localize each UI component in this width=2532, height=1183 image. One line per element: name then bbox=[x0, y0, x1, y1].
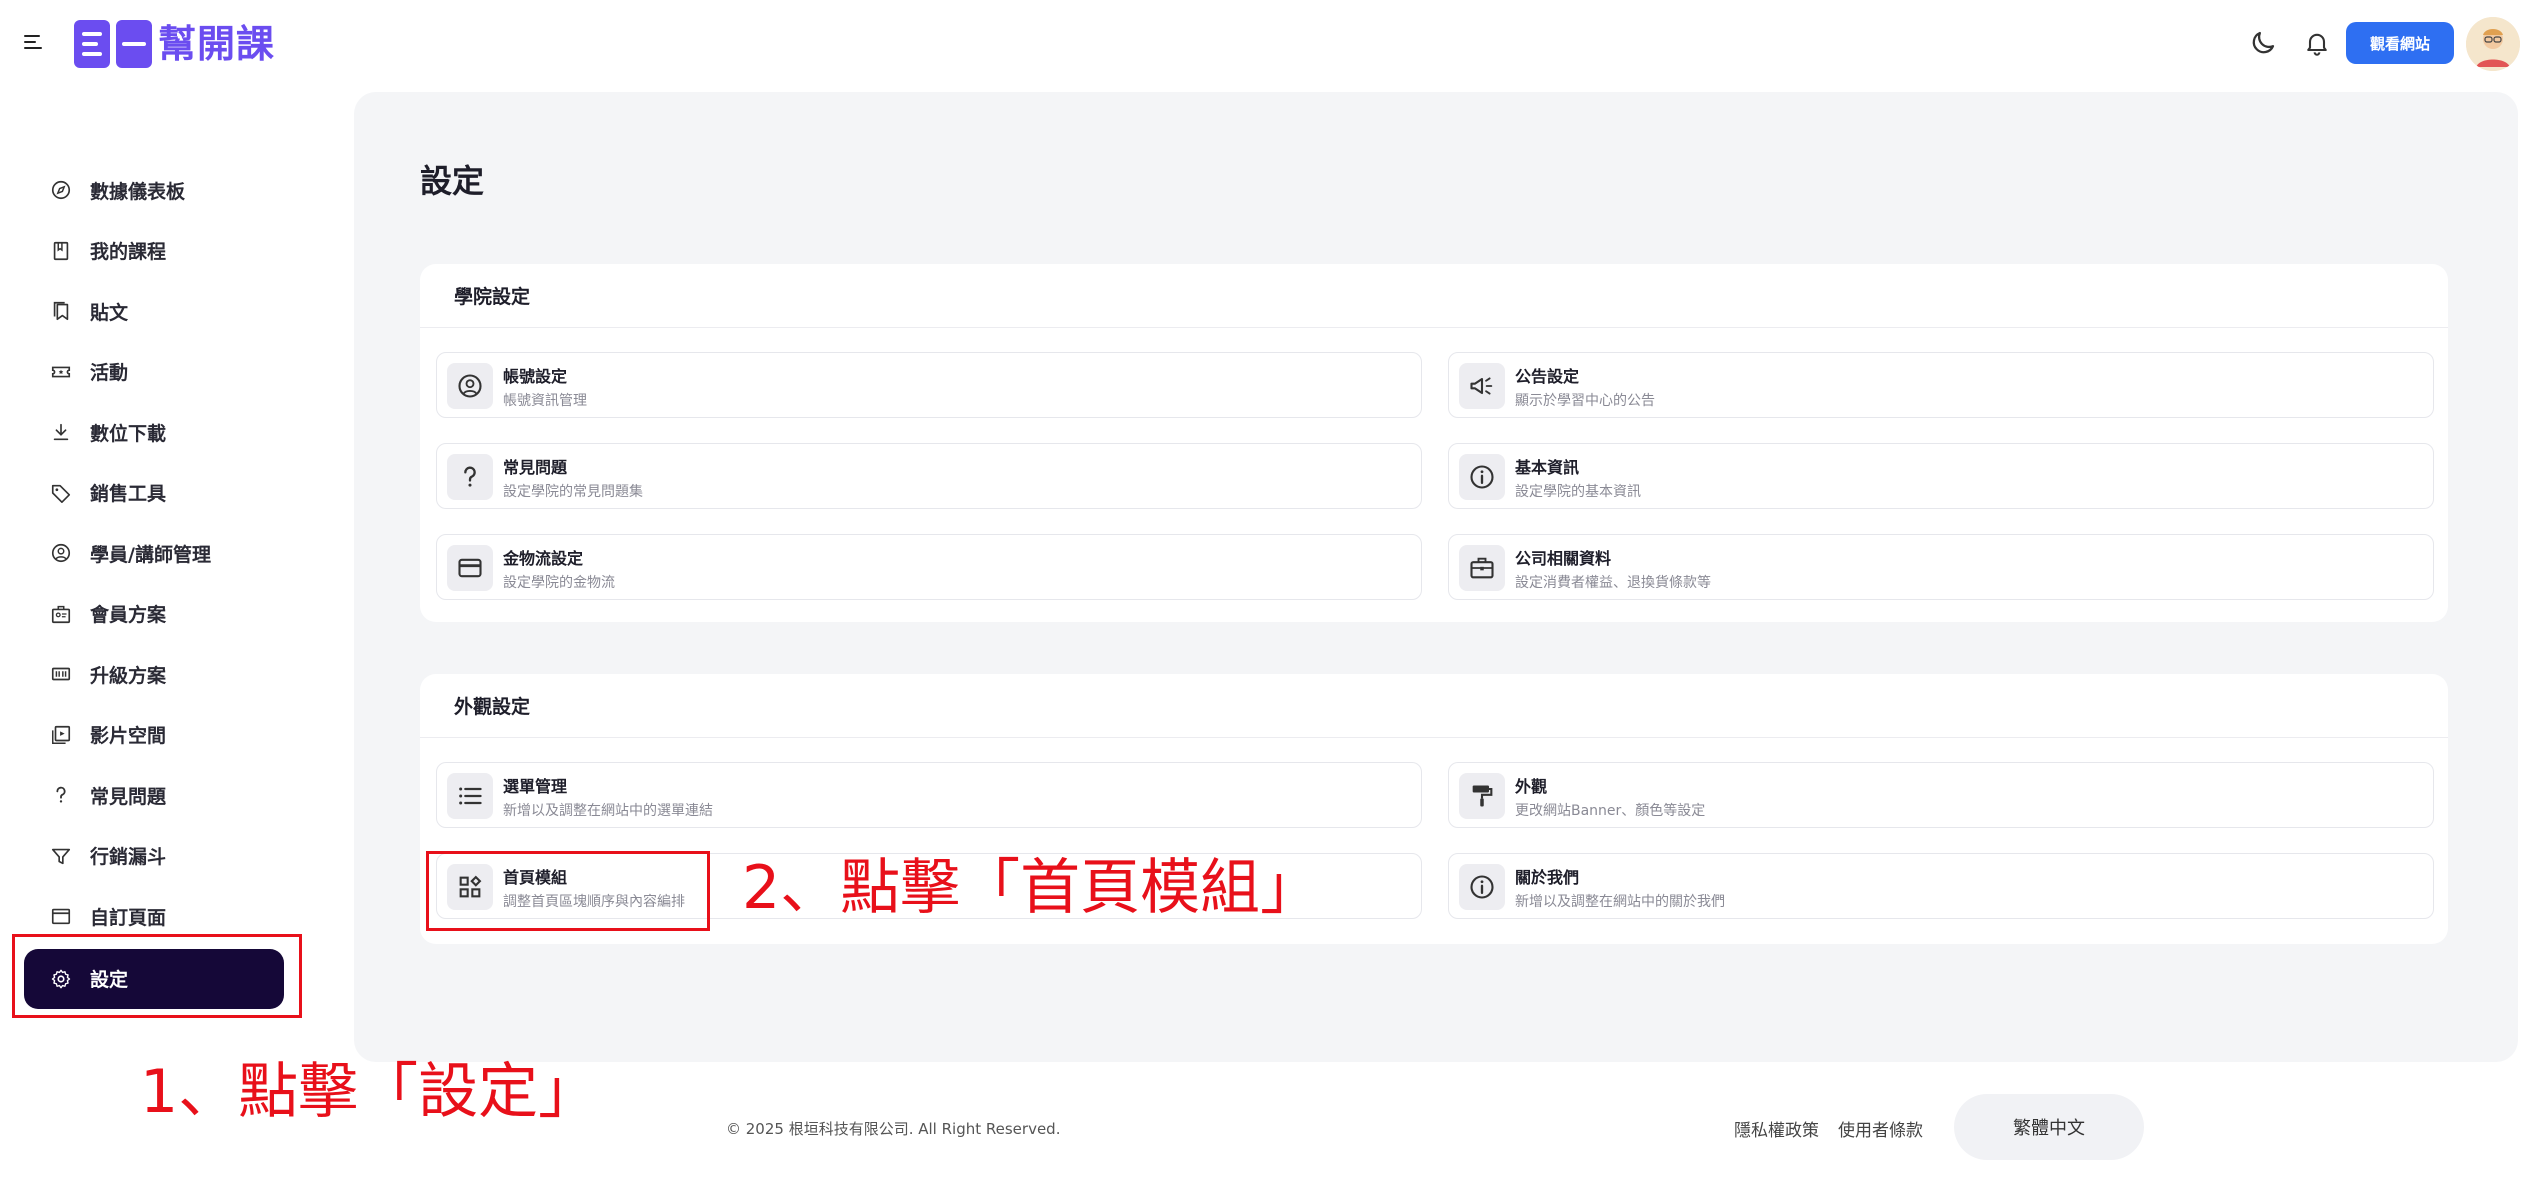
notification-bell-icon[interactable] bbox=[2303, 28, 2331, 58]
upgrade-icon bbox=[48, 661, 74, 687]
settings-item-about-us[interactable]: 關於我們 新增以及調整在網站中的關於我們 bbox=[1448, 853, 2434, 919]
annotation-step-1: 1、點擊「設定」 bbox=[140, 1057, 599, 1127]
sidebar-item-label: 會員方案 bbox=[90, 604, 167, 627]
user-circle-icon bbox=[48, 540, 74, 566]
sidebar-item-label: 數據儀表板 bbox=[90, 180, 186, 203]
sidebar-item-dashboard[interactable]: 數據儀表板 bbox=[24, 160, 314, 221]
item-title: 金物流設定 bbox=[503, 549, 584, 568]
video-icon bbox=[48, 722, 74, 748]
sidebar-item-label: 活動 bbox=[90, 362, 129, 385]
item-description: 更改網站Banner、顏色等設定 bbox=[1515, 803, 1706, 819]
sidebar-item-membership-plans[interactable]: 會員方案 bbox=[24, 584, 314, 645]
sidebar-item-faq[interactable]: 常見問題 bbox=[24, 765, 314, 826]
avatar[interactable] bbox=[2466, 17, 2520, 71]
sidebar-item-events[interactable]: 活動 bbox=[24, 342, 314, 403]
view-site-button[interactable]: 觀看網站 bbox=[2346, 22, 2454, 64]
membership-icon bbox=[48, 601, 74, 627]
annotation-highlight-settings bbox=[12, 934, 302, 1018]
sidebar-item-downloads[interactable]: 數位下載 bbox=[24, 402, 314, 463]
settings-item-account[interactable]: 帳號設定 帳號資訊管理 bbox=[436, 352, 1422, 418]
funnel-icon bbox=[48, 843, 74, 869]
briefcase-icon bbox=[1459, 545, 1505, 591]
item-description: 設定學院的常見問題集 bbox=[503, 484, 643, 500]
appearance-settings-card: 外觀設定 選單管理 新增以及調整在網站中的選單連結 外觀 更改網站Banner、… bbox=[420, 674, 2448, 944]
sidebar-item-funnel[interactable]: 行銷漏斗 bbox=[24, 826, 314, 887]
item-title: 帳號設定 bbox=[503, 367, 568, 386]
settings-item-basic-info[interactable]: 基本資訊 設定學院的基本資訊 bbox=[1448, 443, 2434, 509]
section-title: 學院設定 bbox=[420, 264, 2448, 328]
ticket-icon bbox=[48, 359, 74, 385]
settings-item-company-info[interactable]: 公司相關資料 設定消費者權益、退換貨條款等 bbox=[1448, 534, 2434, 600]
logo-mark-icon bbox=[74, 20, 152, 68]
settings-item-faq[interactable]: 常見問題 設定學院的常見問題集 bbox=[436, 443, 1422, 509]
language-selector[interactable]: 繁體中文 bbox=[1954, 1094, 2144, 1160]
sidebar-item-label: 銷售工具 bbox=[90, 483, 167, 506]
settings-item-payment-logistics[interactable]: 金物流設定 設定學院的金物流 bbox=[436, 534, 1422, 600]
sidebar-item-courses[interactable]: 我的課程 bbox=[24, 221, 314, 282]
question-icon bbox=[48, 782, 74, 808]
sidebar-item-upgrade[interactable]: 升級方案 bbox=[24, 644, 314, 705]
item-description: 設定學院的基本資訊 bbox=[1515, 484, 1641, 500]
info-icon bbox=[1459, 864, 1505, 910]
top-bar: 幫開課 觀看網站 bbox=[0, 0, 2532, 88]
logo[interactable]: 幫開課 bbox=[72, 18, 275, 70]
item-description: 帳號資訊管理 bbox=[503, 393, 587, 409]
item-title: 公告設定 bbox=[1515, 367, 1580, 386]
sidebar-item-label: 自訂頁面 bbox=[90, 906, 167, 929]
terms-link[interactable]: 使用者條款 bbox=[1838, 1116, 1923, 1141]
item-description: 顯示於學習中心的公告 bbox=[1515, 393, 1655, 409]
item-description: 設定學院的金物流 bbox=[503, 575, 615, 591]
item-description: 新增以及調整在網站中的選單連結 bbox=[503, 803, 713, 819]
megaphone-icon bbox=[1459, 363, 1505, 409]
sidebar-item-label: 數位下載 bbox=[90, 422, 167, 445]
bookmark-icon bbox=[48, 298, 74, 324]
paint-roller-icon bbox=[1459, 773, 1505, 819]
annotation-highlight-homepage-modules bbox=[426, 851, 710, 931]
sidebar-item-label: 我的課程 bbox=[90, 241, 167, 264]
logo-text: 幫開課 bbox=[158, 22, 276, 66]
dark-mode-icon[interactable] bbox=[2248, 28, 2278, 58]
sidebar-item-members[interactable]: 學員/講師管理 bbox=[24, 523, 314, 584]
item-title: 常見問題 bbox=[503, 458, 568, 477]
avatar-icon bbox=[2466, 17, 2520, 71]
user-circle-icon bbox=[447, 363, 493, 409]
item-description: 設定消費者權益、退換貨條款等 bbox=[1515, 575, 1711, 591]
sidebar-item-label: 貼文 bbox=[90, 301, 129, 324]
item-title: 外觀 bbox=[1515, 777, 1548, 796]
sidebar-item-sales-tools[interactable]: 銷售工具 bbox=[24, 463, 314, 524]
item-title: 基本資訊 bbox=[1515, 458, 1580, 477]
academy-settings-card: 學院設定 帳號設定 帳號資訊管理 公告設定 顯示於學習中心的公告 常見問題 設定… bbox=[420, 264, 2448, 622]
sidebar-item-label: 常見問題 bbox=[90, 785, 167, 808]
annotation-step-2: 2、點擊「首頁模組」 bbox=[742, 853, 1321, 923]
download-icon bbox=[48, 419, 74, 445]
sidebar-item-label: 影片空間 bbox=[90, 725, 167, 748]
section-title: 外觀設定 bbox=[420, 674, 2448, 738]
item-description: 新增以及調整在網站中的關於我們 bbox=[1515, 894, 1725, 910]
menu-toggle-icon[interactable] bbox=[22, 30, 46, 54]
item-title: 關於我們 bbox=[1515, 868, 1580, 887]
sidebar-item-label: 學員/講師管理 bbox=[90, 543, 211, 566]
question-icon bbox=[447, 454, 493, 500]
credit-card-icon bbox=[447, 545, 493, 591]
list-icon bbox=[447, 773, 493, 819]
sidebar-item-video[interactable]: 影片空間 bbox=[24, 705, 314, 766]
settings-item-appearance[interactable]: 外觀 更改網站Banner、顏色等設定 bbox=[1448, 762, 2434, 828]
footer-copyright: © 2025 根垣科技有限公司. All Right Reserved. bbox=[726, 1120, 1061, 1138]
tag-icon bbox=[48, 480, 74, 506]
sidebar: 數據儀表板 我的課程 貼文 活動 數位下載 銷售工具 學員/講師管理 會員方案 … bbox=[24, 160, 314, 1009]
book-icon bbox=[48, 238, 74, 264]
item-title: 公司相關資料 bbox=[1515, 549, 1612, 568]
settings-item-menu[interactable]: 選單管理 新增以及調整在網站中的選單連結 bbox=[436, 762, 1422, 828]
info-icon bbox=[1459, 454, 1505, 500]
window-icon bbox=[48, 903, 74, 929]
compass-icon bbox=[48, 177, 74, 203]
sidebar-item-posts[interactable]: 貼文 bbox=[24, 281, 314, 342]
sidebar-item-label: 升級方案 bbox=[90, 664, 167, 687]
privacy-policy-link[interactable]: 隱私權政策 bbox=[1734, 1116, 1819, 1141]
sidebar-item-label: 行銷漏斗 bbox=[90, 846, 167, 869]
item-title: 選單管理 bbox=[503, 777, 568, 796]
page-title: 設定 bbox=[420, 162, 485, 200]
settings-item-announcement[interactable]: 公告設定 顯示於學習中心的公告 bbox=[1448, 352, 2434, 418]
